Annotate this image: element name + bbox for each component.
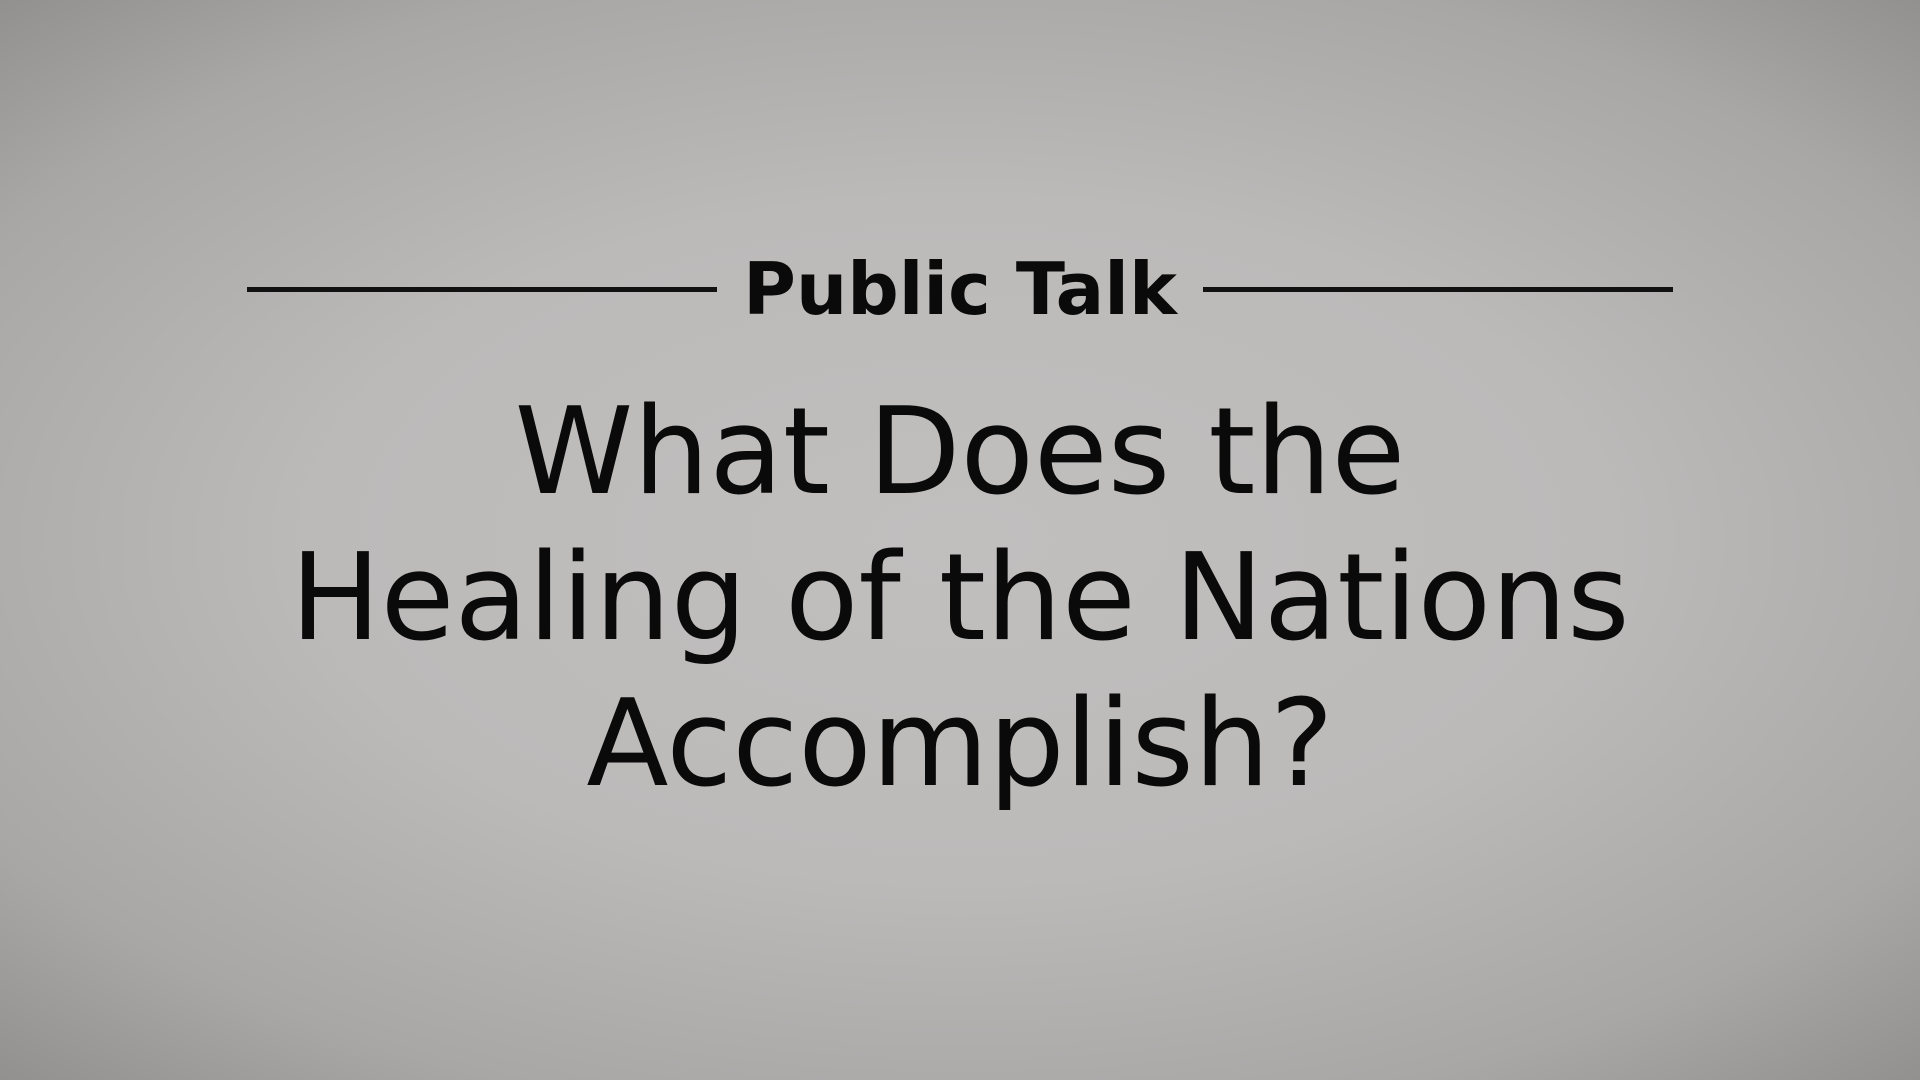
- eyebrow-label: Public Talk: [743, 247, 1177, 331]
- title-line-1: What Does the: [514, 383, 1406, 522]
- title-slide: Public Talk What Does the Healing of the…: [0, 0, 1920, 1080]
- right-divider-line: [1202, 286, 1673, 292]
- title-line-2: Healing of the Nations: [290, 529, 1630, 668]
- title-line-3: Accomplish?: [586, 675, 1334, 814]
- left-divider-line: [247, 286, 718, 292]
- eyebrow-row: Public Talk: [247, 244, 1673, 334]
- talk-title: What Does the Healing of the Nations Acc…: [160, 380, 1760, 818]
